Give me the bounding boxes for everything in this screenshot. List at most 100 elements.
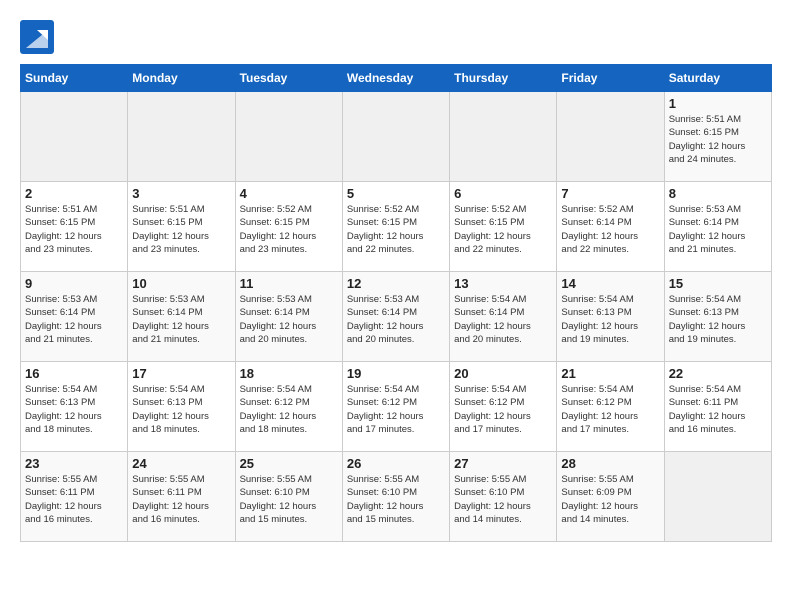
day-number: 23 bbox=[25, 456, 123, 471]
day-info: Sunrise: 5:54 AM Sunset: 6:12 PM Dayligh… bbox=[454, 383, 552, 436]
day-number: 16 bbox=[25, 366, 123, 381]
day-number: 19 bbox=[347, 366, 445, 381]
day-cell: 2 Sunrise: 5:51 AM Sunset: 6:15 PM Daylig… bbox=[21, 182, 128, 272]
day-cell bbox=[557, 92, 664, 182]
col-header-saturday: Saturday bbox=[664, 65, 771, 92]
day-cell: 3 Sunrise: 5:51 AM Sunset: 6:15 PM Daylig… bbox=[128, 182, 235, 272]
day-number: 9 bbox=[25, 276, 123, 291]
day-info: Sunrise: 5:55 AM Sunset: 6:10 PM Dayligh… bbox=[454, 473, 552, 526]
day-info: Sunrise: 5:52 AM Sunset: 6:15 PM Dayligh… bbox=[454, 203, 552, 256]
day-cell bbox=[235, 92, 342, 182]
day-cell bbox=[450, 92, 557, 182]
day-info: Sunrise: 5:53 AM Sunset: 6:14 PM Dayligh… bbox=[240, 293, 338, 346]
day-cell: 27 Sunrise: 5:55 AM Sunset: 6:10 PM Dayli… bbox=[450, 452, 557, 542]
day-cell: 26Sunrise: 5:55 AM Sunset: 6:10 PM Dayli… bbox=[342, 452, 449, 542]
day-cell: 22 Sunrise: 5:54 AM Sunset: 6:11 PM Dayli… bbox=[664, 362, 771, 452]
day-number: 15 bbox=[669, 276, 767, 291]
day-cell: 12Sunrise: 5:53 AM Sunset: 6:14 PM Dayli… bbox=[342, 272, 449, 362]
day-info: Sunrise: 5:52 AM Sunset: 6:15 PM Dayligh… bbox=[240, 203, 338, 256]
day-number: 26 bbox=[347, 456, 445, 471]
page-header bbox=[20, 20, 772, 54]
day-number: 22 bbox=[669, 366, 767, 381]
day-number: 10 bbox=[132, 276, 230, 291]
week-row-2: 2 Sunrise: 5:51 AM Sunset: 6:15 PM Daylig… bbox=[21, 182, 772, 272]
col-header-tuesday: Tuesday bbox=[235, 65, 342, 92]
day-cell bbox=[128, 92, 235, 182]
day-number: 2 bbox=[25, 186, 123, 201]
day-cell bbox=[342, 92, 449, 182]
day-info: Sunrise: 5:54 AM Sunset: 6:13 PM Dayligh… bbox=[561, 293, 659, 346]
col-header-thursday: Thursday bbox=[450, 65, 557, 92]
day-number: 6 bbox=[454, 186, 552, 201]
day-number: 18 bbox=[240, 366, 338, 381]
day-info: Sunrise: 5:52 AM Sunset: 6:14 PM Dayligh… bbox=[561, 203, 659, 256]
day-cell: 18 Sunrise: 5:54 AM Sunset: 6:12 PM Dayli… bbox=[235, 362, 342, 452]
col-header-monday: Monday bbox=[128, 65, 235, 92]
col-header-wednesday: Wednesday bbox=[342, 65, 449, 92]
day-info: Sunrise: 5:53 AM Sunset: 6:14 PM Dayligh… bbox=[25, 293, 123, 346]
day-info: Sunrise: 5:55 AM Sunset: 6:11 PM Dayligh… bbox=[132, 473, 230, 526]
logo-icon bbox=[20, 20, 54, 54]
day-cell: 23 Sunrise: 5:55 AM Sunset: 6:11 PM Dayli… bbox=[21, 452, 128, 542]
day-info: Sunrise: 5:51 AM Sunset: 6:15 PM Dayligh… bbox=[669, 113, 767, 166]
day-number: 28 bbox=[561, 456, 659, 471]
day-number: 21 bbox=[561, 366, 659, 381]
day-cell: 28 Sunrise: 5:55 AM Sunset: 6:09 PM Dayli… bbox=[557, 452, 664, 542]
day-cell: 20 Sunrise: 5:54 AM Sunset: 6:12 PM Dayli… bbox=[450, 362, 557, 452]
day-info: Sunrise: 5:54 AM Sunset: 6:11 PM Dayligh… bbox=[669, 383, 767, 436]
day-cell: 19 Sunrise: 5:54 AM Sunset: 6:12 PM Dayli… bbox=[342, 362, 449, 452]
day-cell: 14 Sunrise: 5:54 AM Sunset: 6:13 PM Dayli… bbox=[557, 272, 664, 362]
day-number: 4 bbox=[240, 186, 338, 201]
day-info: Sunrise: 5:52 AM Sunset: 6:15 PM Dayligh… bbox=[347, 203, 445, 256]
day-cell: 1 Sunrise: 5:51 AM Sunset: 6:15 PM Daylig… bbox=[664, 92, 771, 182]
calendar-table: SundayMondayTuesdayWednesdayThursdayFrid… bbox=[20, 64, 772, 542]
day-info: Sunrise: 5:55 AM Sunset: 6:10 PM Dayligh… bbox=[240, 473, 338, 526]
day-number: 12 bbox=[347, 276, 445, 291]
day-info: Sunrise: 5:54 AM Sunset: 6:13 PM Dayligh… bbox=[25, 383, 123, 436]
day-cell: 13Sunrise: 5:54 AM Sunset: 6:14 PM Dayli… bbox=[450, 272, 557, 362]
day-number: 8 bbox=[669, 186, 767, 201]
day-info: Sunrise: 5:54 AM Sunset: 6:12 PM Dayligh… bbox=[561, 383, 659, 436]
day-cell: 11 Sunrise: 5:53 AM Sunset: 6:14 PM Dayli… bbox=[235, 272, 342, 362]
day-info: Sunrise: 5:54 AM Sunset: 6:13 PM Dayligh… bbox=[132, 383, 230, 436]
day-cell: 16 Sunrise: 5:54 AM Sunset: 6:13 PM Dayli… bbox=[21, 362, 128, 452]
day-number: 24 bbox=[132, 456, 230, 471]
day-info: Sunrise: 5:54 AM Sunset: 6:12 PM Dayligh… bbox=[240, 383, 338, 436]
day-number: 17 bbox=[132, 366, 230, 381]
week-row-1: 1 Sunrise: 5:51 AM Sunset: 6:15 PM Daylig… bbox=[21, 92, 772, 182]
day-info: Sunrise: 5:55 AM Sunset: 6:09 PM Dayligh… bbox=[561, 473, 659, 526]
day-number: 27 bbox=[454, 456, 552, 471]
day-cell: 6 Sunrise: 5:52 AM Sunset: 6:15 PM Daylig… bbox=[450, 182, 557, 272]
day-cell: 4 Sunrise: 5:52 AM Sunset: 6:15 PM Daylig… bbox=[235, 182, 342, 272]
day-cell bbox=[664, 452, 771, 542]
day-number: 3 bbox=[132, 186, 230, 201]
day-number: 11 bbox=[240, 276, 338, 291]
week-row-4: 16 Sunrise: 5:54 AM Sunset: 6:13 PM Dayli… bbox=[21, 362, 772, 452]
day-info: Sunrise: 5:51 AM Sunset: 6:15 PM Dayligh… bbox=[132, 203, 230, 256]
day-cell: 21 Sunrise: 5:54 AM Sunset: 6:12 PM Dayli… bbox=[557, 362, 664, 452]
day-number: 1 bbox=[669, 96, 767, 111]
day-cell: 8Sunrise: 5:53 AM Sunset: 6:14 PM Daylig… bbox=[664, 182, 771, 272]
week-row-5: 23 Sunrise: 5:55 AM Sunset: 6:11 PM Dayli… bbox=[21, 452, 772, 542]
day-number: 5 bbox=[347, 186, 445, 201]
day-info: Sunrise: 5:51 AM Sunset: 6:15 PM Dayligh… bbox=[25, 203, 123, 256]
day-cell: 24 Sunrise: 5:55 AM Sunset: 6:11 PM Dayli… bbox=[128, 452, 235, 542]
day-number: 13 bbox=[454, 276, 552, 291]
day-info: Sunrise: 5:53 AM Sunset: 6:14 PM Dayligh… bbox=[132, 293, 230, 346]
day-cell: 25 Sunrise: 5:55 AM Sunset: 6:10 PM Dayli… bbox=[235, 452, 342, 542]
week-row-3: 9 Sunrise: 5:53 AM Sunset: 6:14 PM Daylig… bbox=[21, 272, 772, 362]
day-number: 20 bbox=[454, 366, 552, 381]
day-number: 14 bbox=[561, 276, 659, 291]
day-info: Sunrise: 5:55 AM Sunset: 6:11 PM Dayligh… bbox=[25, 473, 123, 526]
col-header-sunday: Sunday bbox=[21, 65, 128, 92]
day-cell: 5 Sunrise: 5:52 AM Sunset: 6:15 PM Daylig… bbox=[342, 182, 449, 272]
day-cell: 10 Sunrise: 5:53 AM Sunset: 6:14 PM Dayli… bbox=[128, 272, 235, 362]
col-header-friday: Friday bbox=[557, 65, 664, 92]
day-number: 25 bbox=[240, 456, 338, 471]
day-cell: 7Sunrise: 5:52 AM Sunset: 6:14 PM Daylig… bbox=[557, 182, 664, 272]
day-info: Sunrise: 5:54 AM Sunset: 6:13 PM Dayligh… bbox=[669, 293, 767, 346]
logo bbox=[20, 20, 60, 54]
day-cell bbox=[21, 92, 128, 182]
day-info: Sunrise: 5:54 AM Sunset: 6:12 PM Dayligh… bbox=[347, 383, 445, 436]
day-cell: 15 Sunrise: 5:54 AM Sunset: 6:13 PM Dayli… bbox=[664, 272, 771, 362]
